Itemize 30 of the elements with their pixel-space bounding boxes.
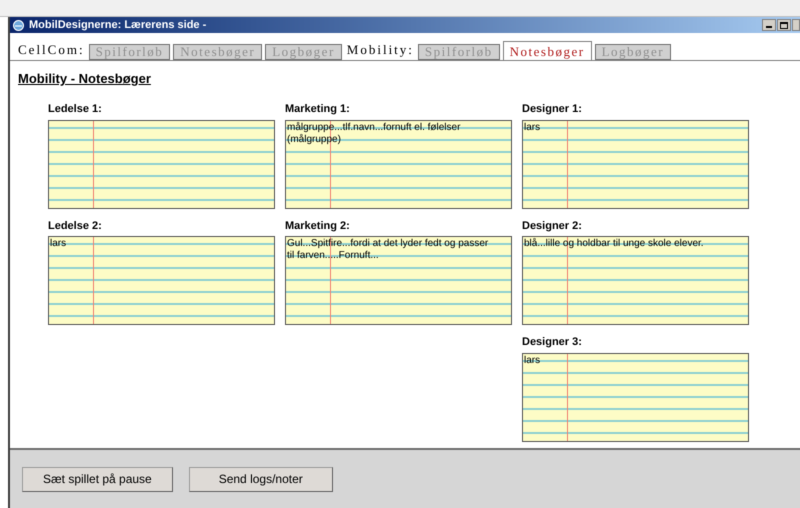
action-button[interactable]: Sæt spillet på pause [22, 466, 173, 492]
notepad-field[interactable]: blå...lille og holdbar til unge skole elever. [522, 236, 749, 325]
action-button[interactable]: Send logs/noter [188, 466, 333, 492]
tab-group-label: Mobility: [346, 40, 414, 59]
tab-group-label: CellCom: [18, 40, 85, 58]
maximize-icon[interactable] [777, 19, 791, 31]
notepad-field[interactable]: Gul...Spitfire...fordi at det lyder fedt og passer til farven.....Fornuft... [285, 236, 512, 325]
notepad-field[interactable]: lars [522, 352, 749, 442]
note-text: blå...lille og holdbar til unge skole elever. [524, 238, 704, 249]
note-text: lars [524, 122, 540, 132]
tab[interactable]: Notesbøger [502, 41, 592, 60]
browser-icon [12, 18, 25, 32]
note-label: Ledelse 2: [48, 218, 103, 234]
note-text: lars [524, 354, 540, 366]
note-text: Gul...Spitfire...fordi at det lyder fedt og passer til farven.....Fornuft... [287, 238, 488, 261]
page-heading: Mobility - Notesbøger [18, 70, 151, 88]
note-label: Designer 1: [522, 102, 583, 117]
note-label: Marketing 2: [285, 218, 351, 234]
notepad-field[interactable] [48, 120, 275, 208]
note-label: Designer 3: [522, 335, 583, 350]
note-label: Designer 2: [522, 218, 583, 234]
window-title: MobilDesignerne: Lærerens side - [29, 18, 206, 33]
notepad-field[interactable]: lars [522, 120, 749, 208]
notepad-field[interactable]: lars [48, 236, 275, 325]
note-label: Ledelse 1: [48, 102, 103, 117]
notepad-field[interactable]: målgruppe...tlf.navn...fornuft el. følelser (målgruppe) [285, 120, 512, 208]
minimize-icon[interactable] [762, 19, 776, 31]
note-text: lars [50, 238, 66, 249]
note-text: målgruppe...tlf.navn...fornuft el. følelser (målgruppe) [287, 122, 460, 144]
note-label: Marketing 1: [285, 102, 351, 117]
